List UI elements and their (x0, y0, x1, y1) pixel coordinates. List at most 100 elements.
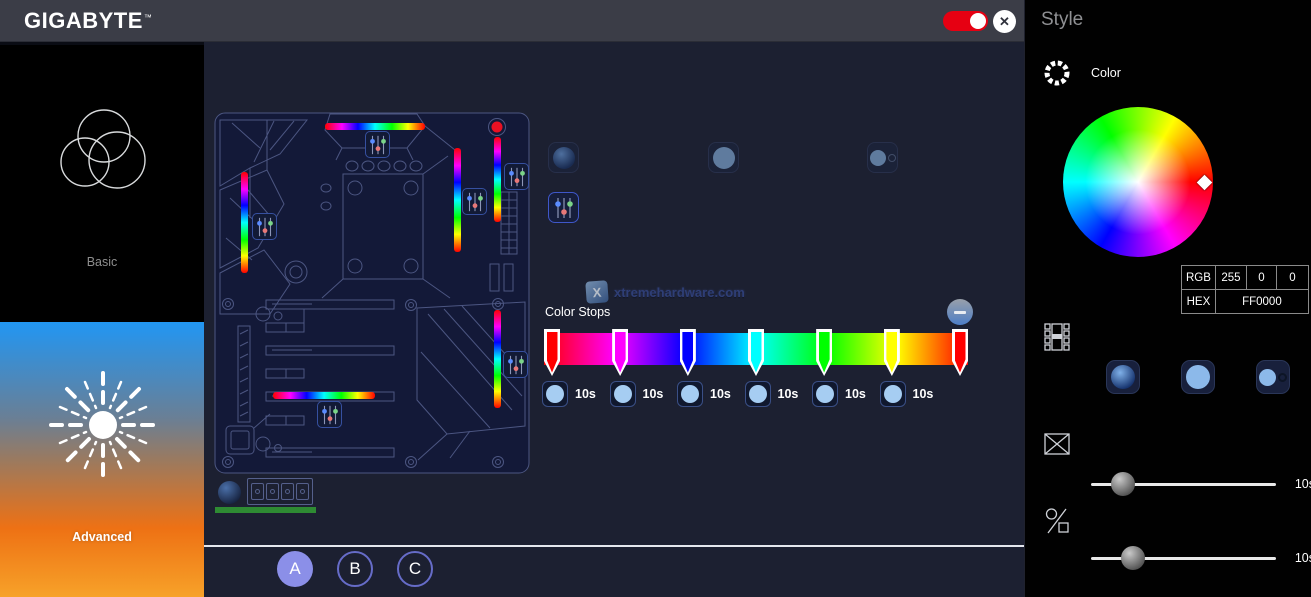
header-led-sphere[interactable] (218, 481, 241, 504)
led-mode-sphere-button[interactable] (548, 142, 579, 173)
color-stop-fill (819, 332, 830, 373)
led-strip-top[interactable] (325, 123, 425, 130)
color-wheel[interactable] (1063, 107, 1213, 257)
color-stop-marker[interactable] (816, 329, 832, 376)
transition-time-value: 10s (1295, 477, 1311, 491)
pin (296, 483, 309, 500)
color-stop-fill (886, 332, 897, 373)
led-strip-center[interactable] (454, 148, 461, 252)
duration-value: 10s (778, 387, 799, 401)
style-panel-title: Style (1041, 9, 1083, 31)
profile-button-a[interactable]: A (277, 551, 313, 587)
tab-advanced-label: Advanced (0, 530, 204, 544)
rgb-fusion-window: GIGABYTE™ ✕ Basic (0, 0, 1311, 597)
color-stop-marker[interactable] (748, 329, 764, 376)
strip-settings-icon[interactable] (317, 401, 342, 428)
strip-settings-icon[interactable] (252, 213, 277, 240)
duration-button[interactable] (880, 381, 906, 407)
color-stop-marker[interactable] (884, 329, 900, 376)
slider-knob[interactable] (1111, 472, 1135, 496)
color-stop-fill (955, 332, 966, 373)
color-stops-track[interactable] (544, 329, 968, 376)
color-stop-fill (751, 332, 762, 373)
duration-chip: 10s (880, 381, 934, 407)
sliders-icon (552, 195, 576, 221)
strip-settings-icon[interactable] (365, 131, 390, 158)
color-stop-fill (547, 332, 558, 373)
remove-stop-button[interactable] (947, 299, 973, 325)
style-panel: Style Color RGB 255 0 0 HEX FF0000 (1024, 0, 1311, 597)
starburst-icon (38, 360, 168, 490)
duration-button[interactable] (745, 381, 771, 407)
duration-button[interactable] (610, 381, 636, 407)
led-mode-dual-button[interactable] (867, 142, 898, 173)
duration-chip: 10s (745, 381, 799, 407)
color-stop-fill (615, 332, 626, 373)
header-status-bar (215, 507, 316, 513)
strip-settings-icon[interactable] (503, 351, 528, 378)
color-value-table: RGB 255 0 0 HEX FF0000 (1181, 265, 1309, 314)
motherboard-illustration (212, 108, 532, 478)
panel-mode-flat-button[interactable] (1181, 360, 1215, 394)
duration-value: 10s (710, 387, 731, 401)
transition-time-slider: 10s (1091, 470, 1301, 498)
profile-button-b[interactable]: B (337, 551, 373, 587)
close-icon[interactable]: ✕ (993, 10, 1016, 33)
hex-label: HEX (1182, 290, 1216, 314)
trademark: ™ (144, 13, 153, 22)
color-wheel-icon (1043, 59, 1071, 87)
profile-button-c[interactable]: C (397, 551, 433, 587)
rgb-label: RGB (1182, 266, 1216, 290)
led-strip-right-lower[interactable] (494, 310, 501, 408)
led-mode-flat-button[interactable] (708, 142, 739, 173)
slider-track[interactable] (1091, 557, 1276, 560)
power-toggle[interactable] (943, 11, 988, 31)
rgb-b-value[interactable]: 0 (1276, 266, 1308, 290)
color-section-label: Color (1091, 66, 1121, 80)
tab-basic-label: Basic (0, 255, 204, 269)
panel-mode-sphere-button[interactable] (1106, 360, 1140, 394)
color-stop-marker[interactable] (612, 329, 628, 376)
hex-value[interactable]: FF0000 (1215, 290, 1308, 314)
profile-bar: ABC (204, 545, 1024, 597)
percent-icon (1044, 507, 1070, 535)
duration-chip: 10s (542, 381, 596, 407)
equalizer-settings-button[interactable] (548, 192, 579, 223)
duration-dot-icon (614, 385, 632, 403)
color-stop-marker[interactable] (544, 329, 560, 376)
duration-chip: 10s (677, 381, 731, 407)
led-strip-left[interactable] (241, 172, 248, 273)
duration-button[interactable] (812, 381, 838, 407)
duration-dot-icon (884, 385, 902, 403)
duration-dot-icon (816, 385, 834, 403)
panel-mode-dual-button[interactable] (1256, 360, 1290, 394)
strip-settings-icon[interactable] (504, 163, 529, 190)
panel-mode-row (1025, 360, 1311, 394)
tab-basic[interactable]: Basic (0, 45, 204, 322)
led-strip-right-upper[interactable] (494, 137, 501, 222)
color-stop-marker[interactable] (680, 329, 696, 376)
power-toggle-knob (970, 13, 986, 29)
led-strip-bottom[interactable] (273, 392, 375, 399)
duration-button[interactable] (677, 381, 703, 407)
slider-knob[interactable] (1121, 546, 1145, 570)
strip-settings-icon[interactable] (462, 188, 487, 215)
color-stop-marker[interactable] (952, 329, 968, 376)
duration-value: 10s (643, 387, 664, 401)
mode-sidebar: Basic Advanced (0, 42, 204, 597)
color-stops-label: Color Stops (545, 305, 610, 319)
rgb-g-value[interactable]: 0 (1246, 266, 1276, 290)
titlebar: GIGABYTE™ ✕ (0, 0, 1024, 42)
duration-dot-icon (749, 385, 767, 403)
rgb-header-connector[interactable] (247, 478, 313, 505)
duration-button[interactable] (542, 381, 568, 407)
circle-icon (1259, 369, 1276, 386)
watermark-x-icon: X (585, 280, 608, 303)
watermark: X xtremehardware.com (586, 281, 745, 303)
tab-advanced[interactable]: Advanced (0, 322, 204, 597)
duration-value: 10s (845, 387, 866, 401)
preview-area: X xtremehardware.com Color Stops 10s 10s 1… (204, 42, 1024, 545)
duration-value: 10s (913, 387, 934, 401)
rgb-r-value[interactable]: 255 (1215, 266, 1246, 290)
hold-time-slider: 10s (1091, 544, 1301, 572)
